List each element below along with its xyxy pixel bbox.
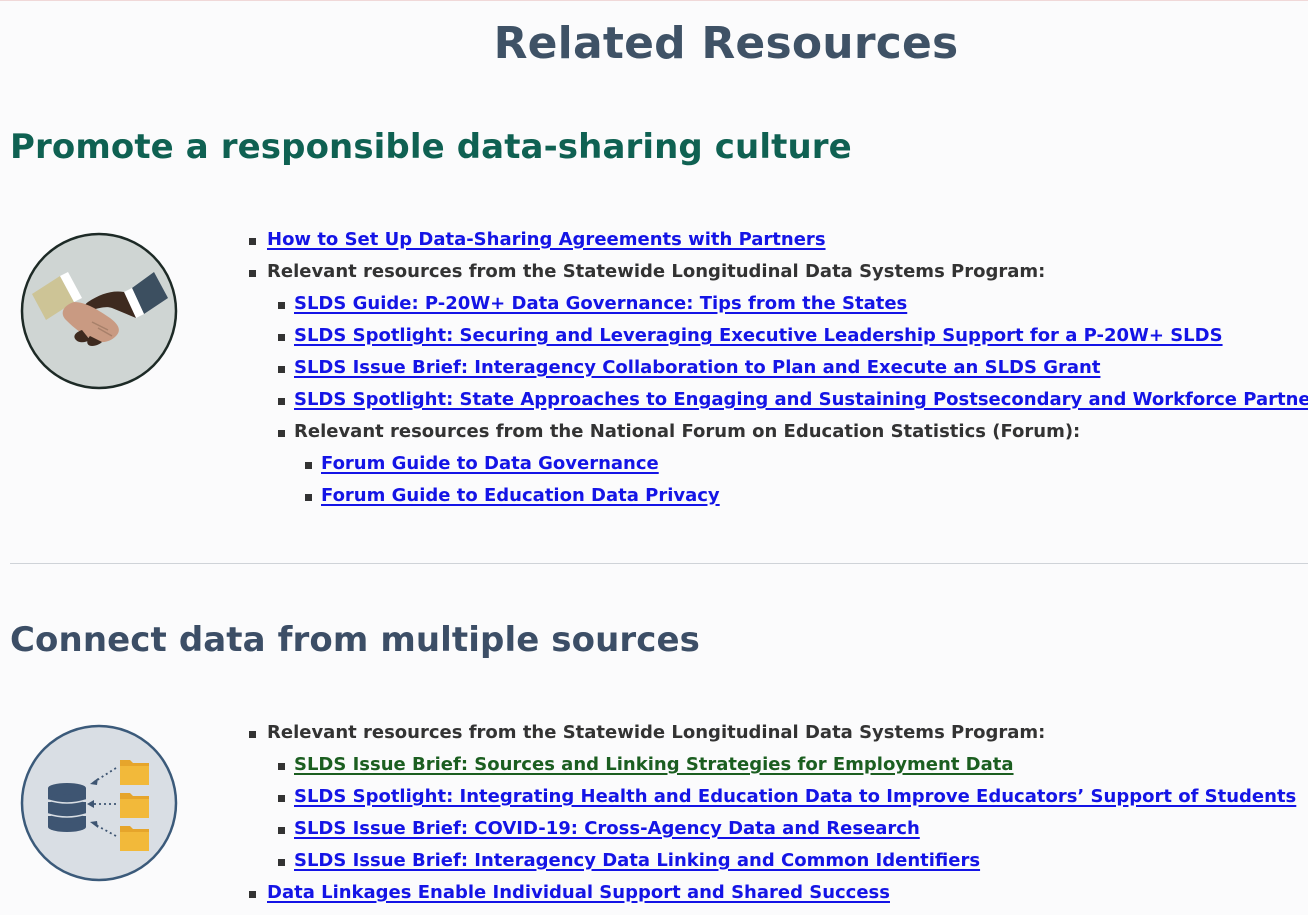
resource-list-data-sharing: How to Set Up Data-Sharing Agreements wi…	[249, 226, 1308, 514]
link-slds-interagency-data-linking[interactable]: SLDS Issue Brief: Interagency Data Linki…	[294, 850, 980, 871]
link-slds-covid-cross-agency[interactable]: SLDS Issue Brief: COVID-19: Cross-Agency…	[294, 818, 920, 839]
list-item: Relevant resources from the National For…	[249, 418, 1308, 450]
link-slds-health-education-data[interactable]: SLDS Spotlight: Integrating Health and E…	[294, 786, 1296, 807]
slds-program-label: Relevant resources from the Statewide Lo…	[267, 722, 1046, 743]
link-forum-data-privacy[interactable]: Forum Guide to Education Data Privacy	[321, 485, 720, 506]
top-border	[0, 0, 1308, 1]
database-folders-icon	[20, 724, 178, 882]
list-item: Relevant resources from the Statewide Lo…	[249, 719, 1308, 751]
handshake-icon	[20, 232, 178, 390]
list-item: SLDS Spotlight: Securing and Leveraging …	[249, 322, 1308, 354]
list-item: Relevant resources from the Statewide Lo…	[249, 258, 1308, 290]
list-item: Data Linkages Enable Individual Support …	[249, 879, 1308, 911]
list-item: SLDS Issue Brief: Sources and Linking St…	[249, 751, 1308, 783]
link-forum-data-governance[interactable]: Forum Guide to Data Governance	[321, 453, 659, 474]
list-item: SLDS Spotlight: State Approaches to Enga…	[249, 386, 1308, 418]
link-slds-interagency-collaboration[interactable]: SLDS Issue Brief: Interagency Collaborat…	[294, 357, 1100, 378]
link-slds-employment-data[interactable]: SLDS Issue Brief: Sources and Linking St…	[294, 754, 1014, 775]
forum-label: Relevant resources from the National For…	[294, 421, 1081, 442]
link-slds-postsecondary-workforce[interactable]: SLDS Spotlight: State Approaches to Enga…	[294, 389, 1308, 410]
link-slds-executive-leadership[interactable]: SLDS Spotlight: Securing and Leveraging …	[294, 325, 1223, 346]
list-item: Forum Guide to Data Governance	[249, 450, 1308, 482]
resource-list-connect-data: Relevant resources from the Statewide Lo…	[249, 719, 1308, 911]
list-item: SLDS Issue Brief: Interagency Data Linki…	[249, 847, 1308, 879]
link-data-sharing-agreements[interactable]: How to Set Up Data-Sharing Agreements wi…	[267, 229, 826, 250]
list-item: How to Set Up Data-Sharing Agreements wi…	[249, 226, 1308, 258]
section-heading-connect-data: Connect data from multiple sources	[10, 620, 701, 660]
list-item: SLDS Spotlight: Integrating Health and E…	[249, 783, 1308, 815]
list-item: SLDS Issue Brief: COVID-19: Cross-Agency…	[249, 815, 1308, 847]
list-item: SLDS Guide: P-20W+ Data Governance: Tips…	[249, 290, 1308, 322]
page-title: Related Resources	[493, 18, 959, 69]
link-slds-data-governance-guide[interactable]: SLDS Guide: P-20W+ Data Governance: Tips…	[294, 293, 907, 314]
section-divider	[10, 563, 1308, 564]
link-data-linkages[interactable]: Data Linkages Enable Individual Support …	[267, 882, 890, 903]
list-item: SLDS Issue Brief: Interagency Collaborat…	[249, 354, 1308, 386]
list-item: Forum Guide to Education Data Privacy	[249, 482, 1308, 514]
slds-program-label: Relevant resources from the Statewide Lo…	[267, 261, 1046, 282]
section-heading-data-sharing: Promote a responsible data-sharing cultu…	[10, 127, 852, 167]
